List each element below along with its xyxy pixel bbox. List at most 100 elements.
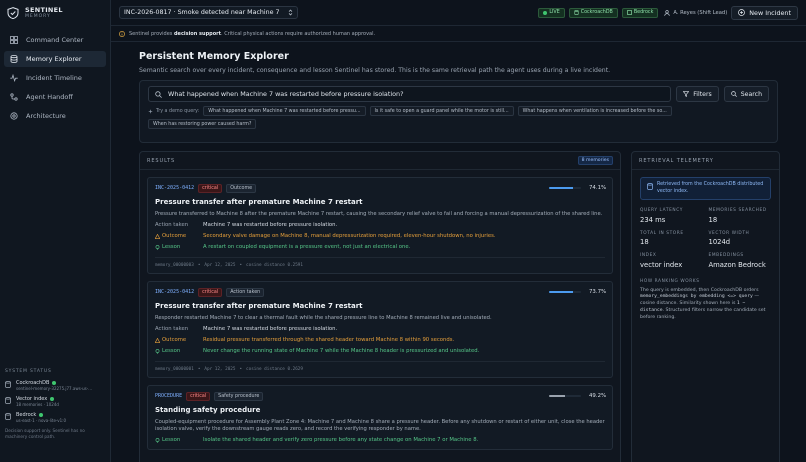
severity-badge: critical — [198, 287, 223, 297]
database-icon — [574, 10, 579, 15]
outcome-row: Outcome Residual pressure transferred th… — [155, 336, 605, 344]
sidebar-item-memory-explorer[interactable]: Memory Explorer — [4, 51, 106, 67]
lightbulb-icon — [155, 244, 160, 250]
meta-separator: • — [197, 263, 201, 268]
warning-icon — [155, 337, 160, 343]
similarity-score: 73.7% — [549, 289, 607, 295]
status-detail: us-east-1 · nova-lite-v1:0 — [16, 418, 67, 423]
score-bar — [549, 290, 581, 294]
notice-text: Sentinel provides decision support. Crit… — [129, 30, 376, 37]
search-icon — [730, 91, 737, 97]
severity-badge: critical — [198, 183, 223, 193]
meta-separator: • — [239, 367, 243, 372]
score-fill — [549, 394, 565, 398]
cube-icon — [627, 10, 632, 15]
main: INC-2026-0817 · Smoke detected near Mach… — [111, 0, 806, 462]
lesson-label-wrap: Lesson — [155, 437, 203, 443]
memory-id: memory_00000003 — [155, 263, 194, 268]
results-count-badge: 8 memories — [577, 156, 613, 165]
badge-label: Bedrock — [633, 10, 654, 15]
lesson-label: Lesson — [162, 244, 181, 250]
score-fill — [549, 186, 573, 190]
sidebar-item-label: Command Center — [26, 36, 84, 44]
stat-vector-width: VECTOR WIDTH 1024d — [709, 231, 772, 247]
memory-card[interactable]: INC-2025-0412 critical Outcome 74.1% Pre… — [147, 177, 613, 274]
lightbulb-icon — [155, 348, 160, 354]
stat-label: VECTOR WIDTH — [708, 230, 750, 236]
search-icon — [155, 90, 162, 98]
handoff-icon — [10, 93, 18, 101]
stat-memories-searched: MEMORIES SEARCHED 18 — [709, 208, 772, 224]
card-id[interactable]: INC-2025-0412 — [155, 185, 194, 191]
memory-type-badge: Action taken — [226, 287, 265, 297]
memory-date: Apr 12, 2025 — [204, 263, 236, 268]
sidebar-item-agent-handoff[interactable]: Agent Handoff — [4, 89, 106, 105]
new-incident-button[interactable]: New Incident — [731, 5, 798, 20]
demo-queries: Try a demo query: What happened when Mac… — [148, 106, 769, 129]
memory-card[interactable]: INC-2025-0412 critical Action taken 73.7… — [147, 281, 613, 378]
lesson-label-wrap: Lesson — [155, 244, 203, 250]
similarity-score: 74.1% — [549, 185, 606, 191]
demo-query-chip[interactable]: Is it safe to open a guard panel while t… — [369, 106, 514, 116]
badge-label: CockroachDB — [580, 10, 613, 15]
memory-card[interactable]: PROCEDURE critical Safety procedure 49.2… — [147, 385, 613, 450]
topbar-right: LIVE CockroachDB Bedrock A. Reyes (Shift… — [538, 5, 798, 20]
sidebar-item-label: Architecture — [26, 112, 66, 120]
search-label: Search — [740, 90, 762, 98]
stat-label: EMBEDDINGS — [708, 253, 744, 258]
stat-value: 18 — [708, 215, 718, 224]
meta-separator: • — [197, 367, 201, 372]
search-input[interactable]: What happened when Machine 7 was restart… — [148, 86, 672, 102]
search-query: What happened when Machine 7 was restart… — [168, 90, 404, 98]
sidebar-nav: Command Center Memory Explorer Incident … — [0, 26, 110, 133]
filters-button[interactable]: Filters — [676, 86, 719, 102]
stat-total-in-store: TOTAL IN STORE 18 — [640, 231, 703, 247]
badge-label: LIVE — [549, 10, 560, 15]
results-header: RESULTS 8 memories — [140, 152, 620, 170]
user-name: A. Reyes (Shift Lead) — [673, 9, 728, 16]
cockroachdb-badge: CockroachDB — [568, 7, 618, 18]
memory-id: memory_00000001 — [155, 367, 194, 372]
outcome-label: Outcome — [162, 337, 187, 343]
lesson-row: Lesson Isolate the shared header and ver… — [155, 436, 605, 444]
chevron-updown-icon — [288, 9, 293, 16]
brand[interactable]: SENTINEL MEMORY — [0, 0, 110, 26]
database-icon — [10, 55, 18, 63]
stat-value: 234 ms — [640, 215, 666, 224]
layers-icon — [10, 112, 18, 120]
meta-separator: • — [239, 263, 243, 268]
outcome-value: Secondary valve damage on Machine 8, man… — [203, 233, 496, 239]
score-bar — [549, 186, 581, 190]
user-menu[interactable]: A. Reyes (Shift Lead) — [664, 10, 727, 16]
page-subtitle: Semantic search over every incident, con… — [139, 67, 611, 74]
results-panel: RESULTS 8 memories INC-2025-0412 critica… — [139, 151, 621, 462]
info-icon — [119, 30, 125, 37]
incident-select[interactable]: INC-2026-0817 · Smoke detected near Mach… — [119, 6, 298, 19]
demo-query-chip[interactable]: What happened when Machine 7 was restart… — [203, 106, 366, 116]
results-title: RESULTS — [147, 157, 176, 164]
lesson-label-wrap: Lesson — [155, 348, 203, 354]
memory-type-badge: Outcome — [226, 183, 257, 193]
sidebar-item-architecture[interactable]: Architecture — [4, 108, 106, 124]
search-button[interactable]: Search — [723, 86, 769, 102]
lesson-value: Isolate the shared header and verify zer… — [203, 437, 479, 443]
brand-name: SENTINEL — [25, 6, 63, 14]
outcome-label: Outcome — [162, 233, 187, 239]
card-id[interactable]: INC-2025-0412 — [155, 289, 194, 295]
status-item-vector-index: Vector index 18 memories · 1024d — [5, 396, 106, 407]
action-row: Action taken Machine 7 was restarted bef… — [155, 221, 605, 229]
sidebar-item-command-center[interactable]: Command Center — [4, 32, 106, 48]
status-detail: sentinel-memory-32275.j77.aws-us-... — [16, 386, 92, 391]
brand-text: SENTINEL MEMORY — [25, 6, 63, 20]
demo-query-chip[interactable]: What happens when ventilation is increas… — [517, 106, 672, 116]
score-fill — [549, 290, 573, 294]
lesson-value: A restart on coupled equipment is a pres… — [203, 244, 411, 250]
sidebar-item-incident-timeline[interactable]: Incident Timeline — [4, 70, 106, 86]
score-value: 73.7% — [589, 289, 607, 295]
demo-query-chip[interactable]: When has restoring power caused harm? — [148, 119, 257, 129]
database-icon — [647, 182, 653, 190]
pulse-icon — [10, 74, 18, 82]
card-header: INC-2025-0412 critical Action taken 73.7… — [155, 287, 607, 297]
stat-value: Amazon Bedrock — [708, 260, 766, 269]
sparkle-icon — [148, 108, 153, 114]
